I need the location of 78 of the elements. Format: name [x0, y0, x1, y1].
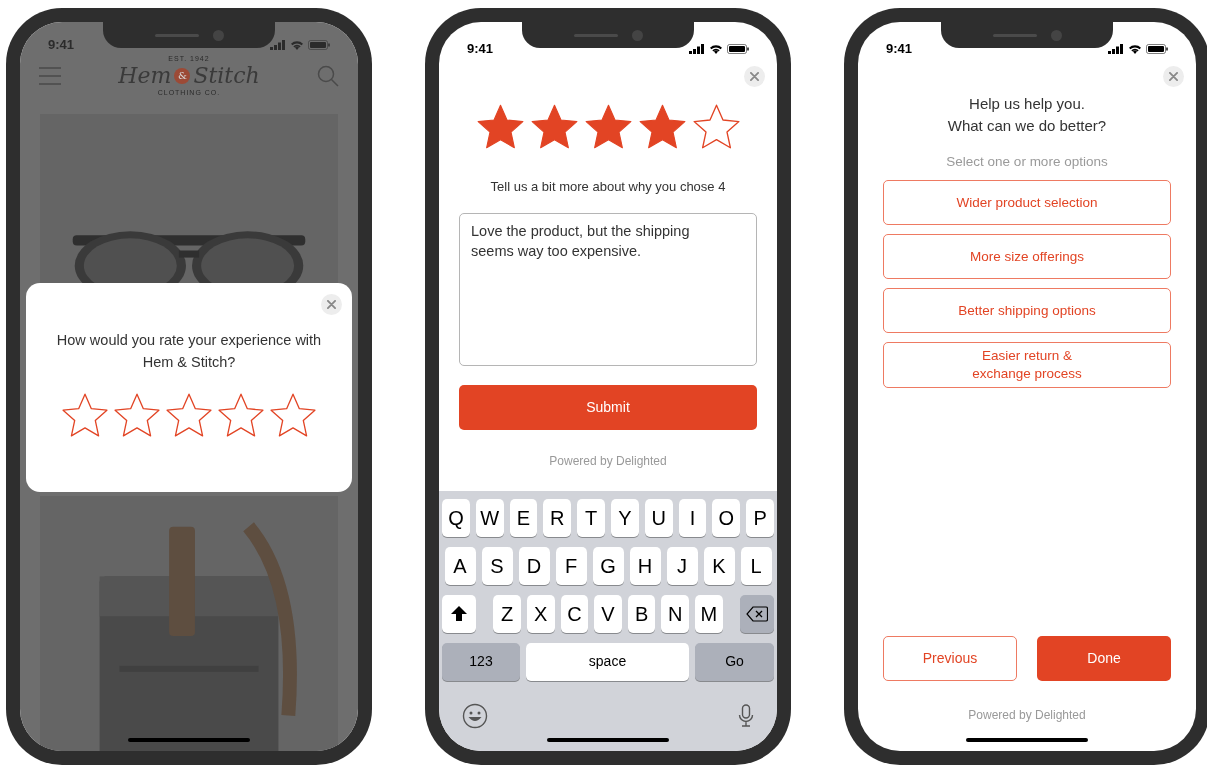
- keyboard-key[interactable]: G: [592, 546, 624, 585]
- status-time: 9:41: [467, 39, 494, 58]
- microphone-icon[interactable]: [738, 703, 754, 728]
- keyboard-key[interactable]: D: [518, 546, 550, 585]
- comment-field[interactable]: Love the product, but the shipping seems way too expensive.: [459, 212, 757, 366]
- keyboard-key[interactable]: Z: [493, 594, 521, 633]
- star-outline-icon[interactable]: [166, 392, 212, 438]
- star-outline-icon[interactable]: [270, 392, 316, 438]
- option-button[interactable]: Easier return & exchange process: [883, 342, 1171, 389]
- keyboard-key[interactable]: X: [526, 594, 555, 633]
- rating-question: How would you rate your experience with Hem & Stitch?: [55, 331, 323, 372]
- option-button[interactable]: Better shipping options: [883, 288, 1171, 334]
- keyboard-key[interactable]: R: [543, 498, 572, 537]
- close-button[interactable]: [1163, 66, 1184, 87]
- battery-icon: [727, 43, 749, 54]
- keyboard-key[interactable]: L: [740, 546, 772, 585]
- keyboard-key[interactable]: E: [509, 498, 538, 537]
- keyboard-key[interactable]: B: [627, 594, 656, 633]
- wifi-icon: [709, 43, 723, 54]
- keyboard-key[interactable]: J: [666, 546, 698, 585]
- close-icon: [327, 300, 336, 309]
- selection-hint: Select one or more options: [945, 153, 1109, 171]
- option-button[interactable]: Wider product selection: [883, 180, 1171, 226]
- space-key[interactable]: space: [526, 642, 689, 681]
- option-button[interactable]: More size offerings: [883, 234, 1171, 280]
- submit-button[interactable]: Submit: [459, 384, 757, 430]
- backspace-key[interactable]: [740, 594, 774, 633]
- previous-button[interactable]: Previous: [883, 636, 1017, 681]
- logo-ampersand: &: [174, 67, 191, 84]
- mode-key[interactable]: 123: [442, 642, 520, 681]
- keyboard-key[interactable]: I: [678, 498, 707, 537]
- keyboard-key[interactable]: S: [481, 546, 513, 585]
- keyboard-key[interactable]: O: [712, 498, 741, 537]
- battery-icon: [1146, 43, 1168, 54]
- emoji-icon[interactable]: [462, 702, 488, 729]
- close-icon: [1169, 72, 1178, 81]
- comment-prompt: Tell us a bit more about why you chose 4: [489, 178, 727, 196]
- keyboard-key[interactable]: F: [555, 546, 587, 585]
- wifi-icon: [1128, 43, 1142, 54]
- keyboard-key[interactable]: V: [594, 594, 622, 633]
- star-outline-icon[interactable]: [114, 392, 160, 438]
- keyboard-key[interactable]: C: [560, 594, 589, 633]
- filled-star-icon[interactable]: [584, 103, 632, 150]
- done-button[interactable]: Done: [1037, 636, 1171, 681]
- shift-key[interactable]: [442, 594, 476, 633]
- keyboard-key[interactable]: K: [703, 546, 735, 585]
- keyboard-key[interactable]: Q: [442, 498, 470, 537]
- survey-question: Help us help you. What can we do better?: [946, 94, 1108, 136]
- close-icon: [750, 72, 759, 81]
- wifi-icon: [290, 39, 304, 50]
- status-time: 9:41: [886, 39, 913, 58]
- star-outline-icon[interactable]: [62, 392, 108, 438]
- keyboard-key[interactable]: N: [661, 594, 690, 633]
- keyboard-key[interactable]: W: [475, 498, 504, 537]
- keyboard-key[interactable]: U: [644, 498, 673, 537]
- signal-icon: [270, 39, 286, 50]
- signal-icon: [689, 43, 705, 54]
- backspace-icon: [746, 605, 768, 622]
- powered-by: Powered by Delighted: [548, 452, 668, 470]
- keyboard-key[interactable]: P: [746, 498, 774, 537]
- close-button[interactable]: [321, 294, 342, 315]
- star-outline-icon[interactable]: [218, 392, 264, 438]
- filled-star-icon[interactable]: [638, 103, 686, 150]
- filled-star-icon[interactable]: [530, 103, 578, 150]
- keyboard-key[interactable]: T: [577, 498, 605, 537]
- keyboard-key[interactable]: H: [629, 546, 661, 585]
- keyboard-key[interactable]: Y: [611, 498, 639, 537]
- shift-icon: [450, 606, 467, 621]
- status-time: 9:41: [48, 36, 75, 54]
- powered-by: Powered by Delighted: [967, 707, 1087, 724]
- battery-icon: [308, 39, 330, 50]
- filled-star-icon[interactable]: [476, 103, 524, 150]
- keyboard-key[interactable]: A: [444, 546, 476, 585]
- keyboard-key[interactable]: M: [695, 594, 723, 633]
- signal-icon: [1108, 43, 1124, 54]
- close-button[interactable]: [744, 66, 765, 87]
- go-key[interactable]: Go: [695, 642, 774, 681]
- star-outline-icon[interactable]: [692, 103, 740, 150]
